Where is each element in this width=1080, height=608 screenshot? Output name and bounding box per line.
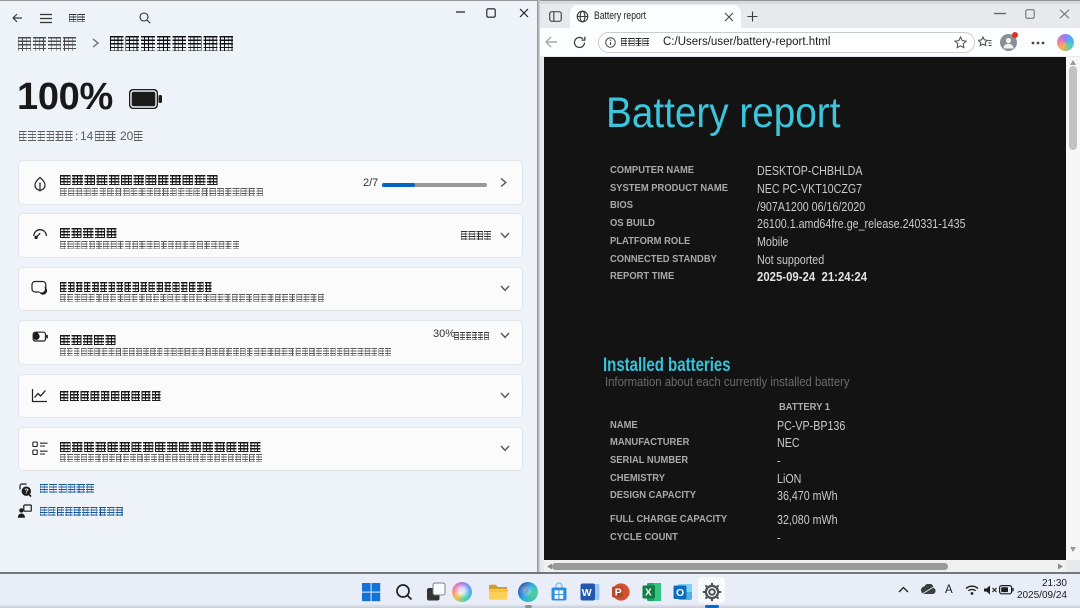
svg-text:?: ? — [24, 489, 28, 496]
svg-text:X: X — [645, 587, 652, 598]
svg-text:P: P — [615, 586, 622, 598]
svg-text:O: O — [676, 587, 684, 599]
svg-text:W: W — [582, 587, 592, 599]
